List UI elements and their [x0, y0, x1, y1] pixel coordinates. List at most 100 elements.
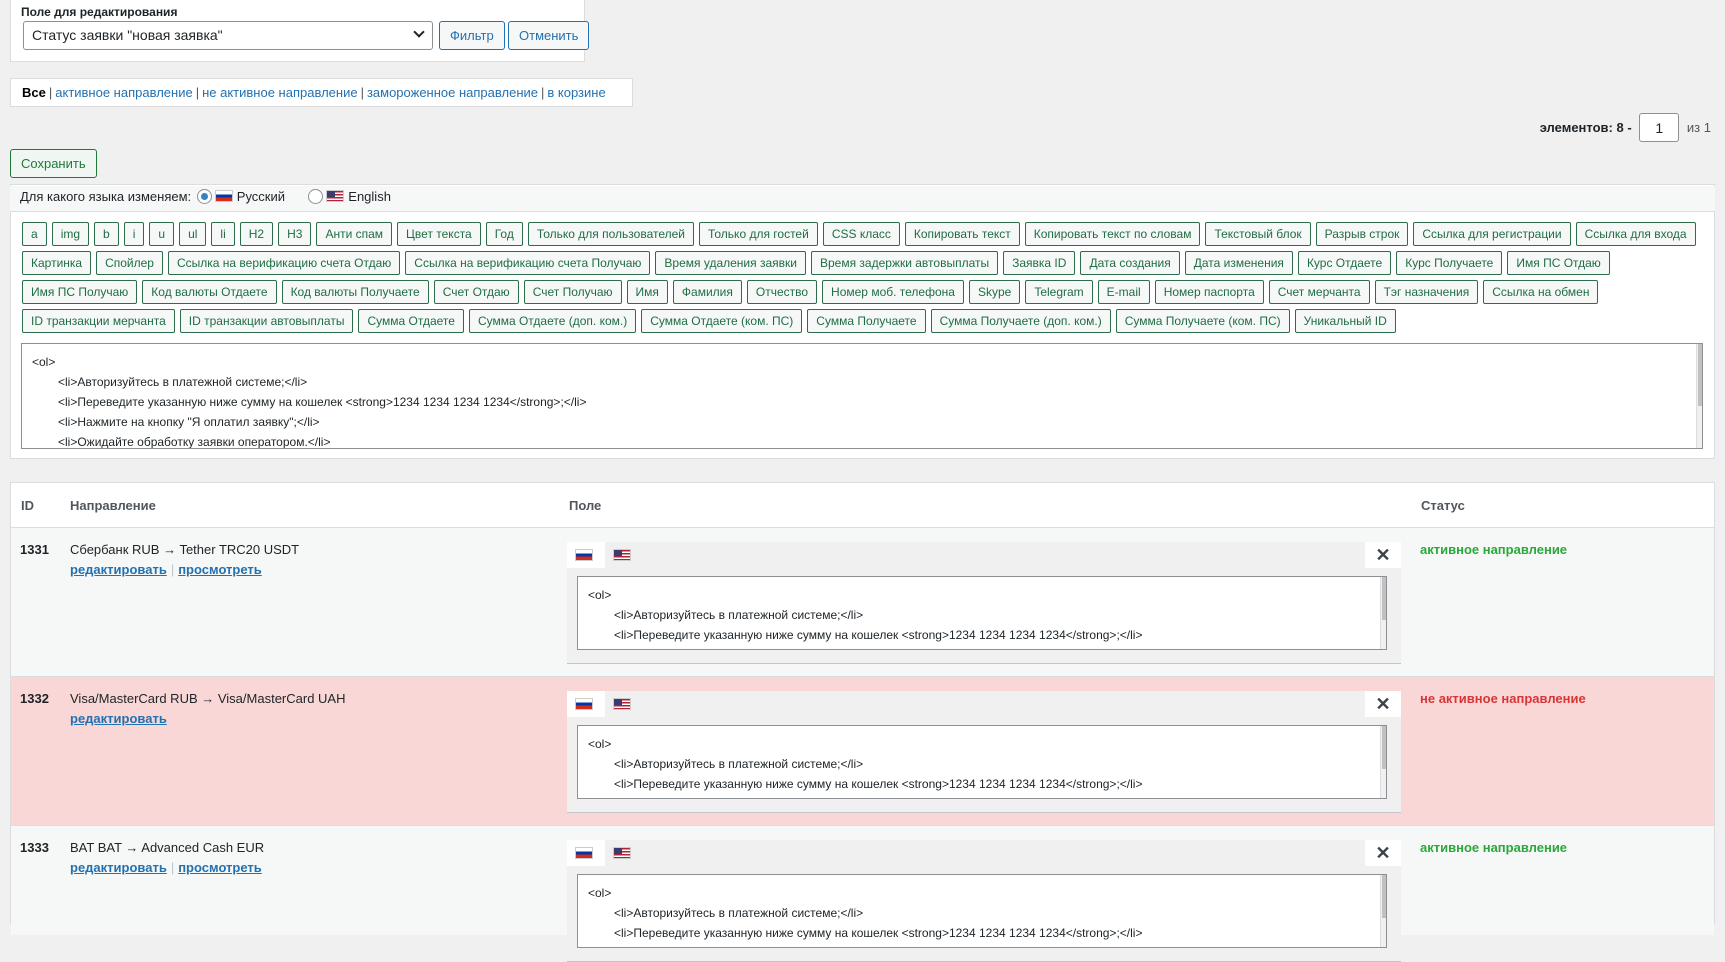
shortcode-button[interactable]: Имя ПС Отдаю [1507, 251, 1610, 275]
shortcode-button[interactable]: Фамилия [672, 280, 742, 304]
shortcode-button[interactable]: Код валюты Получаете [281, 280, 429, 304]
shortcode-button[interactable]: Только для пользователей [527, 222, 694, 246]
status-link-trash[interactable]: в корзине [547, 85, 605, 100]
shortcode-button[interactable]: Номер моб. телефона [822, 280, 964, 304]
shortcode-button[interactable]: Копировать текст по словам [1024, 222, 1201, 246]
cell-code-line: <li>Переведите указанную ниже сумму на к… [614, 777, 1143, 791]
shortcode-button[interactable]: Время удаления заявки [655, 251, 806, 275]
shortcode-button[interactable]: Уникальный ID [1294, 309, 1396, 333]
shortcode-button[interactable]: Дата создания [1080, 251, 1180, 275]
tab-en[interactable] [605, 691, 643, 717]
save-button[interactable]: Сохранить [10, 149, 97, 178]
edit-link[interactable]: редактировать [70, 860, 167, 875]
shortcode-button[interactable]: Картинка [22, 251, 92, 275]
field-textarea[interactable]: <ol> <li>Авторизуйтесь в платежной систем… [577, 576, 1387, 650]
editor-textarea[interactable]: <ol> <li>Авторизуйтесь в платежной систем… [21, 343, 1703, 449]
shortcode-button[interactable]: Ссылка на верификацию счета Получаю [405, 251, 651, 275]
shortcode-button[interactable]: Курс Отдаете [1297, 251, 1392, 275]
shortcode-button[interactable]: Тэг назначения [1374, 280, 1479, 304]
shortcode-button[interactable]: Копировать текст [904, 222, 1020, 246]
shortcode-button[interactable]: H2 [239, 222, 274, 246]
shortcode-button[interactable]: Ссылка для входа [1575, 222, 1696, 246]
field-textarea[interactable]: <ol> <li>Авторизуйтесь в платежной систем… [577, 725, 1387, 799]
shortcode-button[interactable]: Время задержки автовыплаты [810, 251, 999, 275]
close-icon[interactable]: ✕ [1365, 691, 1401, 717]
shortcode-button[interactable]: Номер паспорта [1154, 280, 1264, 304]
filter-button[interactable]: Фильтр [439, 21, 505, 50]
shortcode-button[interactable]: H3 [278, 222, 312, 246]
row-actions: редактировать [70, 711, 167, 726]
edit-link[interactable]: редактировать [70, 711, 167, 726]
editor-scrollbar[interactable] [1696, 344, 1702, 448]
shortcode-button[interactable]: Ссылка на обмен [1483, 280, 1599, 304]
shortcode-button[interactable]: Разрыв строк [1315, 222, 1409, 246]
shortcode-button[interactable]: u [149, 222, 175, 246]
status-link-inactive[interactable]: не активное направление [202, 85, 357, 100]
shortcode-button[interactable]: Спойлер [96, 251, 163, 275]
tab-en[interactable] [605, 840, 643, 866]
shortcode-button[interactable]: CSS класс [822, 222, 900, 246]
shortcode-button[interactable]: Анти спам [316, 222, 393, 246]
row-id: 1332 [20, 691, 49, 706]
tab-ru[interactable] [567, 542, 605, 568]
shortcode-button[interactable]: Сумма Отдаете (доп. ком.) [468, 309, 637, 333]
table-row: 1331 Сбербанк RUB → Tether TRC20 USDT ре… [11, 527, 1714, 676]
shortcode-button[interactable]: Счет мерчанта [1268, 280, 1370, 304]
shortcode-button[interactable]: img [51, 222, 90, 246]
field-scrollbar[interactable] [1380, 726, 1386, 798]
field-scrollbar[interactable] [1380, 875, 1386, 947]
shortcode-button[interactable]: Сумма Отдаете (ком. ПС) [641, 309, 803, 333]
tab-ru[interactable] [567, 840, 605, 866]
shortcode-button[interactable]: i [123, 222, 145, 246]
tab-ru[interactable] [567, 691, 605, 717]
col-header-status[interactable]: Статус [1421, 498, 1465, 513]
shortcode-button[interactable]: Сумма Получаете (доп. ком.) [930, 309, 1111, 333]
shortcode-button[interactable]: Курс Получаете [1396, 251, 1503, 275]
cancel-button[interactable]: Отменить [508, 21, 590, 50]
shortcode-button[interactable]: Год [485, 222, 523, 246]
shortcode-button[interactable]: Сумма Получаете [807, 309, 926, 333]
shortcode-button[interactable]: Заявка ID [1003, 251, 1076, 275]
shortcode-button[interactable]: li [211, 222, 235, 246]
tab-en[interactable] [605, 542, 643, 568]
page-input[interactable]: 1 [1639, 113, 1680, 142]
shortcode-button[interactable]: Счет Отдаю [433, 280, 519, 304]
view-link[interactable]: просмотреть [178, 562, 262, 577]
shortcode-button[interactable]: E-mail [1097, 280, 1150, 304]
col-header-id[interactable]: ID [21, 498, 34, 513]
shortcode-button[interactable]: Сумма Отдаете [358, 309, 464, 333]
shortcode-button[interactable]: Цвет текста [397, 222, 481, 246]
shortcode-button[interactable]: a [22, 222, 47, 246]
close-icon[interactable]: ✕ [1365, 840, 1401, 866]
field-select[interactable]: Статус заявки "новая заявка" [23, 21, 433, 50]
shortcode-button[interactable]: Счет Получаю [523, 280, 622, 304]
shortcode-button[interactable]: b [94, 222, 119, 246]
shortcode-button[interactable]: ID транзакции мерчанта [22, 309, 175, 333]
shortcode-button[interactable]: Skype [968, 280, 1021, 304]
shortcode-button[interactable]: ID транзакции автовыплаты [179, 309, 354, 333]
shortcode-button[interactable]: ul [179, 222, 207, 246]
status-link-frozen[interactable]: замороженное направление [367, 85, 538, 100]
shortcode-button[interactable]: Сумма Получаете (ком. ПС) [1115, 309, 1290, 333]
shortcode-button[interactable]: Имя [626, 280, 668, 304]
view-link[interactable]: просмотреть [178, 860, 262, 875]
edit-link[interactable]: редактировать [70, 562, 167, 577]
field-textarea[interactable]: <ol> <li>Авторизуйтесь в платежной систем… [577, 874, 1387, 948]
shortcode-button[interactable]: Ссылка для регистрации [1413, 222, 1571, 246]
shortcode-button[interactable]: Код валюты Отдаете [142, 280, 277, 304]
shortcode-button[interactable]: Имя ПС Получаю [22, 280, 138, 304]
shortcode-button[interactable]: Ссылка на верификацию счета Отдаю [167, 251, 401, 275]
shortcode-button[interactable]: Дата изменения [1184, 251, 1293, 275]
col-header-direction[interactable]: Направление [70, 498, 156, 513]
radio-english[interactable] [308, 189, 324, 204]
status-link-all[interactable]: Все [22, 85, 46, 100]
shortcode-button[interactable]: Telegram [1025, 280, 1093, 304]
radio-russian[interactable] [196, 189, 212, 204]
editor-line: <li>Нажмите на кнопку "Я оплатил заявку"… [58, 415, 320, 429]
close-icon[interactable]: ✕ [1365, 542, 1401, 568]
shortcode-button[interactable]: Текстовый блок [1205, 222, 1311, 246]
shortcode-button[interactable]: Только для гостей [699, 222, 818, 246]
shortcode-button[interactable]: Отчество [746, 280, 818, 304]
status-link-active[interactable]: активное направление [55, 85, 192, 100]
field-scrollbar[interactable] [1380, 577, 1386, 649]
